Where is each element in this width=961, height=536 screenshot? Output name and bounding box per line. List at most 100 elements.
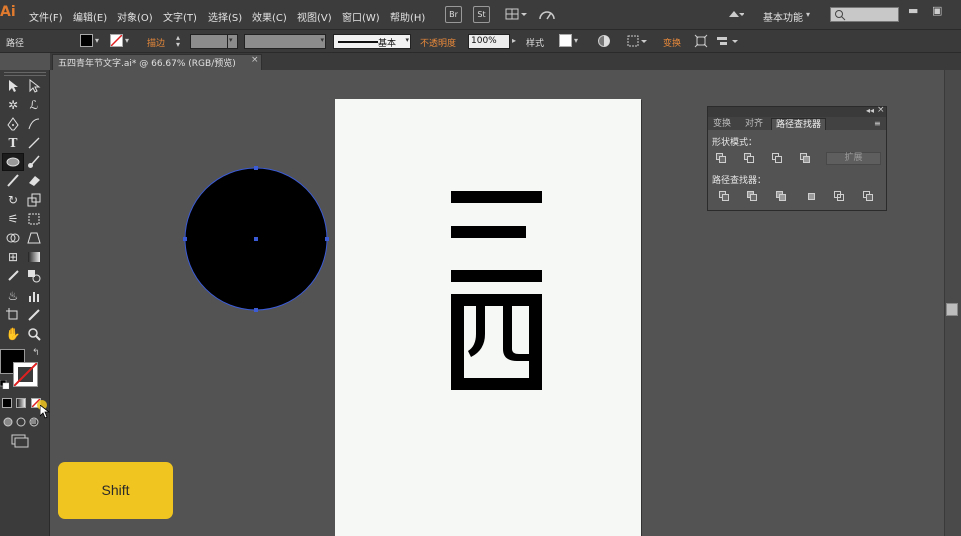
gradient-tool-icon[interactable] — [26, 249, 42, 265]
isolate-selection-icon[interactable] — [694, 34, 708, 48]
menu-object[interactable]: 对象(O) — [117, 9, 153, 24]
stroke-panel-link[interactable]: 描边 — [147, 36, 165, 49]
color-mode-icon[interactable] — [2, 398, 12, 408]
magic-wand-tool-icon[interactable]: ✲ — [5, 97, 21, 113]
lasso-tool-icon[interactable]: ℒ — [26, 97, 42, 113]
panel-title-bar[interactable]: ◂◂ × — [708, 105, 886, 117]
trim-icon[interactable] — [747, 191, 758, 202]
exclude-icon[interactable] — [800, 153, 811, 164]
stock-button[interactable]: St — [473, 6, 490, 23]
chevron-down-icon[interactable]: ▾ — [125, 36, 129, 45]
expand-button[interactable]: 扩展 — [826, 152, 881, 165]
stroke-stepper[interactable]: ▴ ▾ — [176, 34, 180, 49]
merge-icon[interactable] — [776, 191, 787, 202]
selection-type-label: 路径 — [6, 39, 25, 49]
mesh-tool-icon[interactable]: ⊞ — [5, 249, 21, 265]
transform-panel-link[interactable]: 变换 — [663, 36, 681, 49]
gradient-mode-icon[interactable] — [16, 398, 26, 408]
menu-window[interactable]: 窗口(W) — [342, 9, 380, 24]
panel-menu-icon[interactable]: ≡ — [874, 119, 881, 128]
menu-select[interactable]: 选择(S) — [208, 9, 242, 24]
workspace-switcher[interactable]: 基本功能 — [763, 9, 803, 24]
rotate-tool-icon[interactable]: ↻ — [5, 192, 21, 208]
graphic-style-swatch[interactable] — [559, 34, 572, 47]
close-icon[interactable]: × — [251, 55, 259, 65]
align-to-icon[interactable] — [627, 34, 649, 48]
chevron-down-icon[interactable]: ▾ — [574, 36, 578, 45]
symbol-sprayer-tool-icon[interactable]: ♨ — [5, 288, 21, 304]
minus-front-icon[interactable] — [744, 153, 755, 164]
pen-tool-icon[interactable] — [5, 116, 21, 132]
chevron-down-icon[interactable]: ▾ — [95, 36, 99, 45]
type-tool-icon[interactable]: T — [5, 135, 21, 151]
brush-definition[interactable]: 基本 ▾ — [333, 34, 411, 49]
curvature-tool-icon[interactable] — [26, 116, 42, 132]
scale-tool-icon[interactable] — [26, 192, 42, 208]
drawing-modes-icon[interactable] — [3, 416, 43, 428]
help-search-input[interactable] — [830, 7, 899, 22]
width-tool-icon[interactable]: ⚟ — [5, 211, 21, 227]
eraser-tool-icon[interactable] — [26, 173, 42, 189]
glyph-si[interactable] — [451, 294, 542, 390]
line-tool-icon[interactable] — [26, 135, 42, 151]
divide-icon[interactable] — [719, 191, 730, 202]
slice-tool-icon[interactable] — [26, 307, 42, 323]
pencil-tool-icon[interactable] — [5, 173, 21, 189]
minimize-icon[interactable]: ▬ — [908, 4, 918, 17]
selection-tool-icon[interactable] — [5, 78, 21, 94]
stroke-weight-input[interactable] — [190, 34, 228, 49]
shape-builder-tool-icon[interactable] — [5, 230, 21, 246]
variable-width-profile[interactable]: ▾ — [244, 34, 326, 49]
menu-edit[interactable]: 编辑(E) — [73, 9, 107, 24]
outline-icon[interactable] — [834, 191, 845, 202]
stroke-swatch[interactable] — [110, 34, 123, 47]
swap-colors-icon[interactable]: ↰ — [32, 348, 40, 358]
intersect-icon[interactable] — [772, 153, 783, 164]
crop-icon[interactable] — [806, 191, 817, 202]
tab-align[interactable]: 对齐 — [741, 118, 767, 130]
direct-selection-tool-icon[interactable] — [26, 78, 42, 94]
paintbrush-tool-icon[interactable] — [26, 154, 42, 170]
tab-pathfinder[interactable]: 路径查找器 — [771, 118, 827, 130]
arrange-documents-icon[interactable] — [505, 6, 527, 23]
opacity-input[interactable]: 100% — [468, 34, 510, 49]
glyph-er-top-stroke[interactable] — [451, 191, 542, 203]
default-colors-icon[interactable] — [0, 379, 10, 390]
panel-menu-icon[interactable] — [716, 34, 742, 48]
menu-view[interactable]: 视图(V) — [297, 9, 332, 24]
artboard-tool-icon[interactable] — [5, 307, 21, 323]
menu-effect[interactable]: 效果(C) — [252, 9, 287, 24]
recolor-artwork-icon[interactable] — [597, 34, 611, 48]
glyph-er-bottom-stroke[interactable] — [451, 226, 526, 238]
glyph-san-bottom-stroke[interactable] — [451, 270, 542, 282]
sync-settings-icon[interactable] — [726, 8, 745, 22]
menu-type[interactable]: 文字(T) — [163, 9, 197, 24]
blend-tool-icon[interactable] — [26, 268, 42, 284]
chevron-right-icon[interactable]: ▸ — [512, 36, 516, 45]
bridge-button[interactable]: Br — [445, 6, 462, 23]
chevron-down-icon[interactable]: ▾ — [806, 10, 810, 19]
stroke-color-swatch[interactable] — [13, 362, 38, 387]
restore-icon[interactable]: ▣ — [932, 4, 942, 17]
style-label: 样式 — [526, 39, 545, 49]
eyedropper-tool-icon[interactable] — [5, 268, 21, 284]
toolbox-grip[interactable] — [4, 72, 46, 76]
opacity-panel-link[interactable]: 不透明度 — [420, 36, 456, 49]
column-graph-tool-icon[interactable] — [26, 288, 42, 304]
stroke-weight-dropdown[interactable]: ▾ — [228, 34, 238, 49]
minus-back-icon[interactable] — [863, 191, 874, 202]
hand-tool-icon[interactable]: ✋ — [5, 326, 21, 342]
free-transform-tool-icon[interactable] — [26, 211, 42, 227]
unite-icon[interactable] — [716, 153, 727, 164]
zoom-tool-icon[interactable] — [26, 326, 42, 342]
menu-help[interactable]: 帮助(H) — [390, 9, 425, 24]
tab-transform[interactable]: 变换 — [709, 118, 735, 130]
fill-swatch[interactable] — [80, 34, 93, 47]
gpu-performance-icon[interactable] — [538, 7, 556, 23]
screen-mode-icon[interactable] — [11, 434, 29, 448]
scrollbar-thumb[interactable] — [946, 303, 958, 316]
selected-ellipse[interactable] — [180, 163, 332, 315]
perspective-tool-icon[interactable] — [26, 230, 42, 246]
menu-file[interactable]: 文件(F) — [29, 9, 63, 24]
ellipse-tool-icon[interactable] — [5, 154, 21, 170]
